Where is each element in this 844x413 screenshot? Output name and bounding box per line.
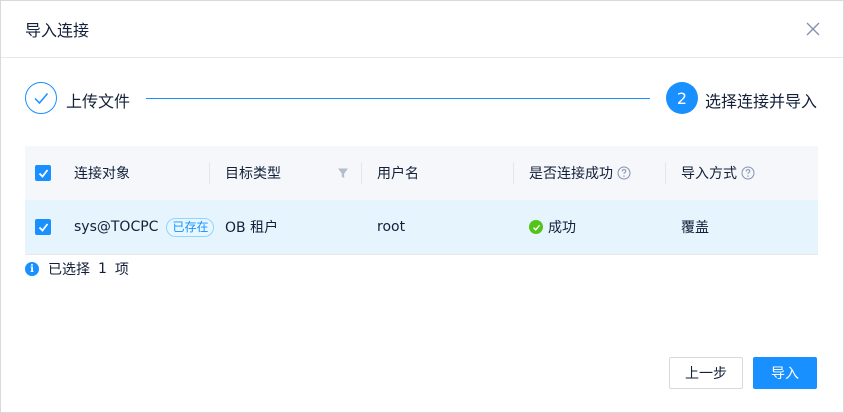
step-connector <box>146 98 650 99</box>
close-icon[interactable] <box>803 19 823 39</box>
select-all-checkbox[interactable] <box>35 165 51 181</box>
row-checkbox[interactable] <box>35 219 51 235</box>
connections-table: 连接对象 目标类型 用户名 是否连接成功 导入方式 sys@TOCPC 已存在 … <box>25 146 818 255</box>
column-header-username: 用户名 <box>361 146 513 200</box>
cell-mode: 覆盖 <box>681 220 709 236</box>
import-button[interactable]: 导入 <box>753 357 817 389</box>
cell-object: sys@TOCPC 已存在 <box>57 200 215 254</box>
import-connection-dialog: 导入连接 上传文件 2 选择连接并导入 连接对象 目标类型 用户名 是否连接成功… <box>0 0 844 413</box>
dialog-header: 导入连接 <box>1 1 843 58</box>
select-all-cell <box>25 146 57 200</box>
column-header-mode: 导入方式 <box>665 146 818 200</box>
connection-name: sys@TOCPC <box>74 219 159 235</box>
status-text: 成功 <box>548 220 576 236</box>
cell-type: OB 租户 <box>225 220 279 236</box>
filter-icon[interactable] <box>337 167 349 179</box>
question-circle-icon[interactable] <box>741 166 755 180</box>
step-select-label: 选择连接并导入 <box>704 92 817 111</box>
table-row[interactable]: sys@TOCPC 已存在 OB 租户 root 成功 覆盖 <box>25 200 818 255</box>
selection-count: 1 <box>98 261 107 277</box>
step-active-number: 2 <box>666 82 698 114</box>
step-finished-check-icon <box>25 82 57 114</box>
column-header-status: 是否连接成功 <box>513 146 665 200</box>
dialog-title: 导入连接 <box>25 21 90 40</box>
selection-prefix: 已选择 <box>48 262 90 278</box>
dialog-footer: 上一步 导入 <box>669 357 817 389</box>
row-select-cell <box>25 200 57 254</box>
step-upload-label: 上传文件 <box>66 92 131 111</box>
column-header-object: 连接对象 <box>74 166 130 182</box>
table-header: 连接对象 目标类型 用户名 是否连接成功 导入方式 <box>25 146 818 200</box>
cell-status: 成功 <box>513 200 665 254</box>
cell-username: root <box>377 219 406 235</box>
exists-tag: 已存在 <box>166 217 215 237</box>
info-icon: i <box>25 262 39 276</box>
selection-summary: i 已选择 1 项 <box>25 259 129 279</box>
column-header-type: 目标类型 <box>209 146 361 200</box>
check-circle-icon <box>529 220 543 234</box>
question-circle-icon[interactable] <box>617 166 631 180</box>
steps-bar: 上传文件 2 选择连接并导入 <box>25 81 817 115</box>
previous-step-button[interactable]: 上一步 <box>669 357 743 389</box>
selection-suffix: 项 <box>114 262 129 278</box>
